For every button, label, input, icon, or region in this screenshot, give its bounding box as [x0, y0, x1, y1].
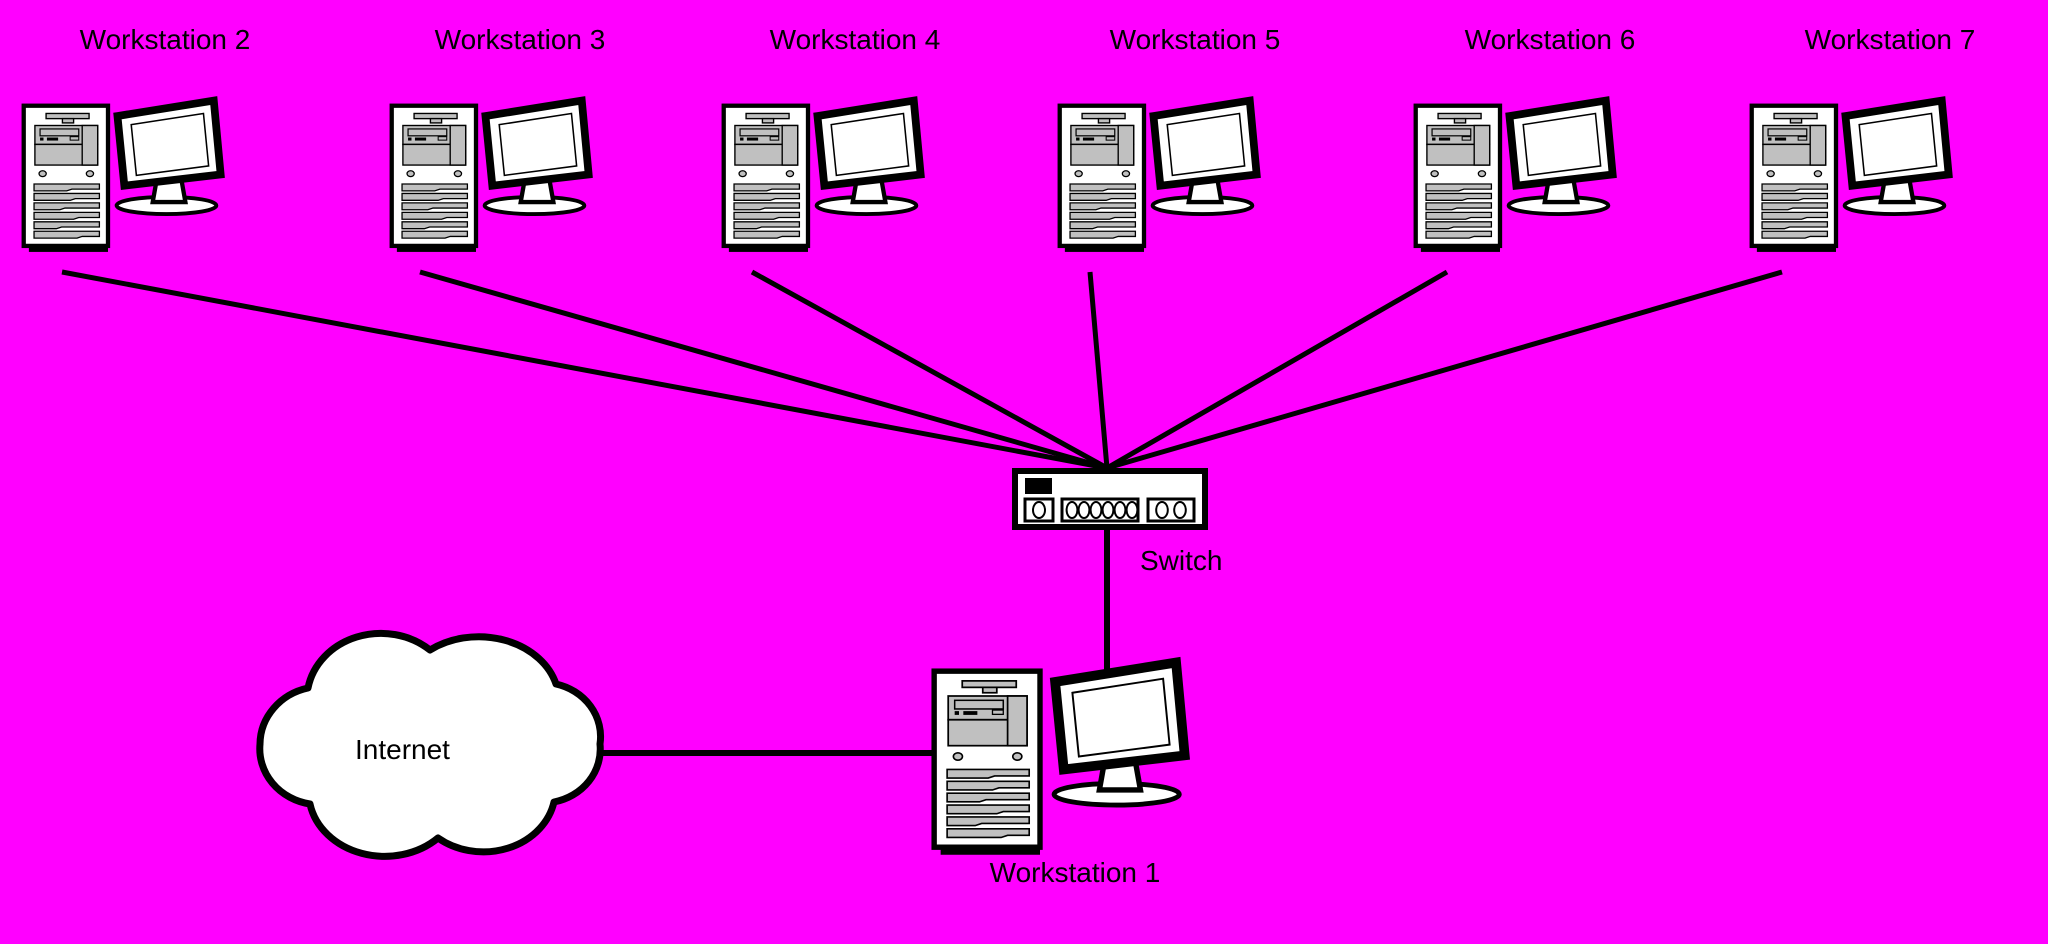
pc-tower-icon [724, 106, 808, 252]
label-ws1: Workstation 1 [989, 857, 1161, 888]
pc-tower-icon [24, 106, 108, 252]
monitor-icon [817, 101, 921, 215]
network-diagram: Workstation 2 Workstation 3 Workstation … [0, 0, 2048, 944]
diagram-canvas [0, 0, 2048, 944]
pc-tower-icon [392, 106, 476, 252]
monitor-icon [1153, 101, 1257, 215]
switch-icon [1015, 471, 1205, 527]
workstation-group-ws7[interactable] [1752, 101, 1949, 252]
workstation-group-ws6[interactable] [1416, 101, 1613, 252]
monitor-icon [117, 101, 221, 215]
label-switch: Switch [1140, 545, 1223, 576]
workstation-group-ws2[interactable] [24, 101, 221, 252]
switch-device[interactable] [1015, 471, 1205, 527]
workstation-group-ws3[interactable] [392, 101, 589, 252]
pc-tower-icon [1060, 106, 1144, 252]
pc-tower-icon [1752, 106, 1836, 252]
link-ws5-switch [1087, 271, 1110, 469]
workstation-group-ws1[interactable] [934, 663, 1185, 855]
pc-tower-icon [1416, 106, 1500, 252]
label-ws3: Workstation 3 [434, 24, 606, 55]
workstation-group-ws5[interactable] [1060, 101, 1257, 252]
monitor-icon [1054, 663, 1185, 806]
monitor-icon [485, 101, 589, 215]
label-internet: Internet [355, 734, 450, 765]
label-ws2: Workstation 2 [79, 24, 251, 55]
pc-tower-icon [934, 671, 1040, 855]
link-ws6-switch [1105, 269, 1449, 471]
label-ws5: Workstation 5 [1109, 24, 1281, 55]
workstation-group-ws4[interactable] [724, 101, 921, 252]
monitor-icon [1845, 101, 1949, 215]
monitor-icon [1509, 101, 1613, 215]
label-ws6: Workstation 6 [1464, 24, 1636, 55]
link-ws3-switch [419, 269, 1108, 471]
link-ws7-switch [1106, 269, 1783, 471]
link-ws2-switch [61, 269, 1108, 471]
link-ws4-switch [750, 269, 1109, 471]
label-ws4: Workstation 4 [769, 24, 941, 55]
label-ws7: Workstation 7 [1804, 24, 1976, 55]
